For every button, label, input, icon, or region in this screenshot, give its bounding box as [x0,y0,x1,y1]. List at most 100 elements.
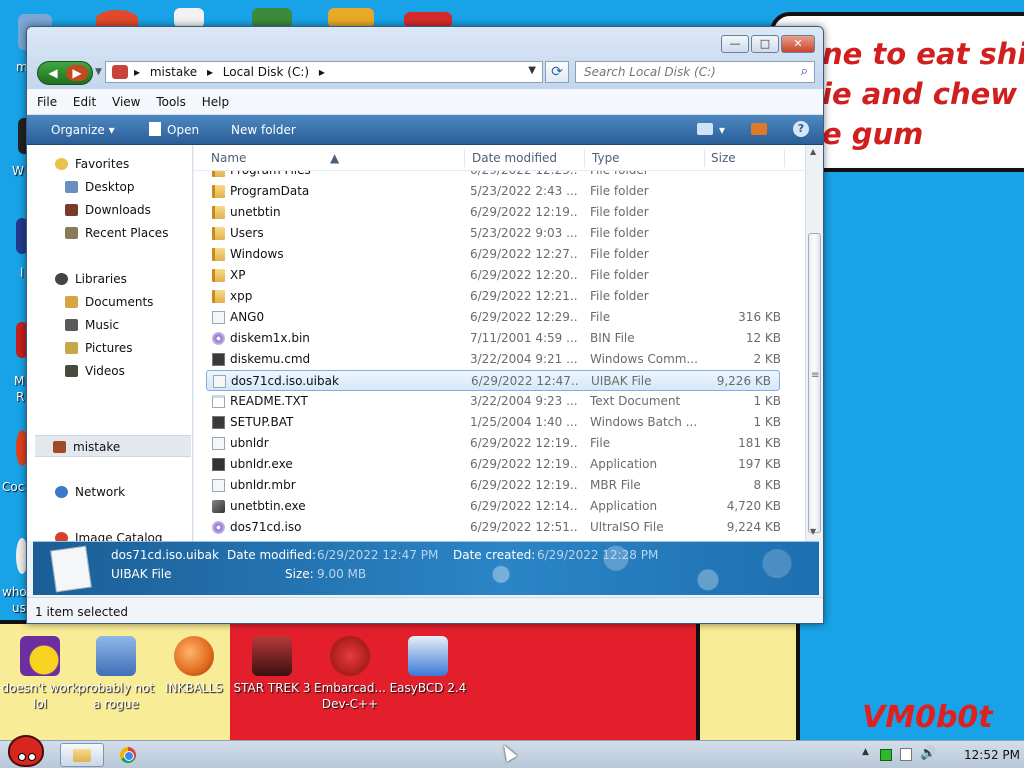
column-divider[interactable] [464,149,465,167]
column-divider[interactable] [584,149,585,167]
organize-button[interactable]: Organize ▾ [51,115,115,145]
action-center-flag-icon[interactable] [900,748,912,761]
nav-recent-places[interactable]: Recent Places [27,222,191,244]
nav-downloads[interactable]: Downloads [27,199,191,221]
address-bar[interactable]: ▸ mistake ▸ Local Disk (C:) ▸ ▼ [105,61,543,83]
network-status-icon[interactable] [880,749,892,761]
nav-network[interactable]: Network [27,481,191,503]
menu-help[interactable]: Help [202,89,229,115]
nav-label: Music [85,318,120,332]
search-icon[interactable]: ⌕ [801,64,808,79]
file-row[interactable]: diskemu.cmd 3/22/2004 9:21 ... Windows Com… [194,349,805,370]
volume-icon[interactable]: 🔊 [920,746,936,761]
nav-videos[interactable]: Videos [27,360,191,382]
breadcrumb-local-disk[interactable]: Local Disk (C:) [223,65,309,79]
forward-button[interactable]: ▶ [66,65,88,81]
vertical-scrollbar[interactable]: ▲ ▼ [805,145,823,541]
new-folder-button[interactable]: New folder [231,115,296,145]
nav-label: Desktop [85,180,135,194]
file-row[interactable]: ProgramData 5/23/2022 2:43 ... File folder [194,181,805,202]
breadcrumb-mistake[interactable]: mistake [150,65,197,79]
nav-favorites[interactable]: Favorites [27,153,191,175]
nav-desktop[interactable]: Desktop [27,176,191,198]
videos-icon [65,365,78,377]
user-folder-icon [53,441,66,453]
breadcrumb-separator-icon[interactable]: ▸ [134,65,140,79]
nav-documents[interactable]: Documents [27,291,191,313]
scroll-up-arrow-icon[interactable]: ▲ [810,147,816,156]
close-button[interactable]: ✕ [781,35,815,53]
nav-mistake[interactable]: mistake [35,435,191,457]
recent-pages-dropdown[interactable]: ▼ [95,67,102,77]
search-input[interactable] [584,62,790,82]
nav-libraries[interactable]: Libraries [27,268,191,290]
window-titlebar[interactable]: — □ ✕ ◀ ▶ ▼ ▸ mistake ▸ Local Disk (C:) … [27,27,823,89]
taskbar-explorer-button[interactable] [60,743,104,767]
file-type: Text Document [590,394,681,408]
file-row[interactable]: Users 5/23/2022 9:03 ... File folder [194,223,805,244]
file-row[interactable]: ubnldr.mbr 6/29/2022 12:19... MBR File 8 KB [194,475,805,496]
back-button[interactable]: ◀ [42,65,64,81]
view-options-dropdown[interactable]: ▾ [719,115,725,145]
desktop-icon-easybcd[interactable]: EasyBCD 2.4 [388,636,468,696]
minimize-button[interactable]: — [721,35,749,53]
open-file-icon [149,122,161,136]
nav-music[interactable]: Music [27,314,191,336]
menu-tools[interactable]: Tools [156,89,186,115]
details-size-label: Size: [285,567,314,581]
folder-file-icon [212,269,225,282]
file-row[interactable]: xpp 6/29/2022 12:21... File folder [194,286,805,307]
file-row-selected[interactable]: dos71cd.iso.uibak 6/29/2022 12:47... UIBAK… [206,370,780,391]
desktop-icon-doesnt-work[interactable]: doesn't work lol [0,636,80,712]
clock[interactable]: 12:52 PM [964,741,1020,768]
file-row[interactable]: ANG0 6/29/2022 12:29... File 316 KB [194,307,805,328]
preview-pane-icon[interactable] [751,123,767,135]
desktop-top-icon[interactable] [252,8,292,28]
breadcrumb-separator-icon[interactable]: ▸ [319,65,325,79]
change-view-icon[interactable] [697,123,713,135]
open-button[interactable]: Open [149,115,199,145]
file-size: 1 KB [753,394,781,408]
file-date-modified: 3/22/2004 9:23 ... [470,394,578,408]
desktop-edge-label: Coc [2,480,25,494]
file-row[interactable]: XP 6/29/2022 12:20... File folder [194,265,805,286]
breadcrumb-separator-icon[interactable]: ▸ [207,65,213,79]
column-size[interactable]: Size [711,145,736,171]
file-row[interactable]: README.TXT 3/22/2004 9:23 ... Text Documen… [194,391,805,412]
menu-edit[interactable]: Edit [73,89,96,115]
help-icon[interactable]: ? [793,121,809,137]
show-hidden-icons-icon[interactable]: ▲ [862,747,869,757]
desktop-icon [65,181,78,193]
file-row[interactable]: dos71cd.iso 6/29/2022 12:51... UltraISO Fi… [194,517,805,538]
column-type[interactable]: Type [592,145,620,171]
desktop-icon-inkballs[interactable]: INKBALLS [154,636,234,696]
chrome-icon[interactable] [120,747,136,763]
address-dropdown-icon[interactable]: ▼ [528,65,536,76]
file-row[interactable]: ubnldr.exe 6/29/2022 12:19... Application 1… [194,454,805,475]
desktop-icon-star-trek[interactable]: STAR TREK 3 [232,636,312,696]
file-row[interactable]: unetbtin.exe 6/29/2022 12:14... Applicatio… [194,496,805,517]
column-date-modified[interactable]: Date modified [472,145,557,171]
column-divider[interactable] [784,149,785,167]
refresh-button[interactable]: ⟳ [545,61,569,83]
desktop-icon-dev-cpp[interactable]: Embarcad... Dev-C++ [310,636,390,712]
file-file-icon [213,375,226,388]
file-row[interactable]: Windows 6/29/2022 12:27... File folder [194,244,805,265]
file-row[interactable]: ubnldr 6/29/2022 12:19... File 181 KB [194,433,805,454]
desktop-top-icon[interactable] [328,8,374,28]
scroll-down-arrow-icon[interactable]: ▼ [810,527,816,536]
desktop-icon-probably-not-a-rogue[interactable]: probably not a rogue [76,636,156,712]
file-row[interactable]: SETUP.BAT 1/25/2004 1:40 ... Windows Batch… [194,412,805,433]
file-name: README.TXT [230,394,308,408]
menu-view[interactable]: View [112,89,140,115]
maximize-button[interactable]: □ [751,35,779,53]
scrollbar-thumb[interactable] [808,233,821,533]
nav-pictures[interactable]: Pictures [27,337,191,359]
file-row[interactable]: diskem1x.bin 7/11/2001 4:59 ... BIN File 12… [194,328,805,349]
start-button[interactable] [2,729,50,768]
file-row[interactable]: unetbtin 6/29/2022 12:19... File folder [194,202,805,223]
column-name[interactable]: Name [211,145,246,171]
menu-file[interactable]: File [37,89,57,115]
column-divider[interactable] [704,149,705,167]
desktop-top-icon[interactable] [174,8,204,28]
